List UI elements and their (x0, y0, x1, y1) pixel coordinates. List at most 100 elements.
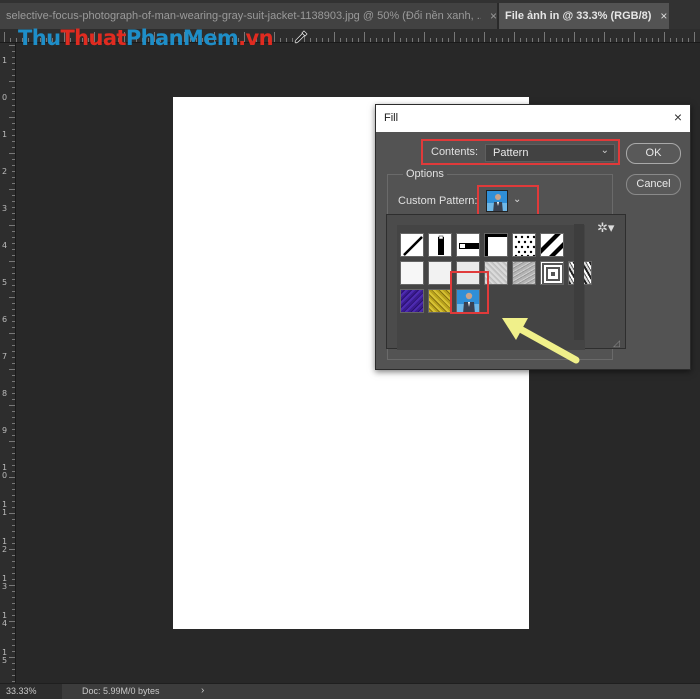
ruler-tick (9, 549, 15, 550)
gear-icon[interactable]: ✲▾ (597, 220, 614, 236)
pattern-swatch-diagonal-lines[interactable] (400, 233, 424, 257)
chevron-down-icon: ⌄ (513, 194, 522, 205)
dialog-titlebar[interactable]: Fill × (376, 105, 690, 132)
contents-dropdown[interactable]: Pattern ⌄ (485, 144, 615, 162)
ruler-tick (12, 417, 15, 418)
ruler-tick (646, 38, 647, 42)
vertical-ruler[interactable]: 101234567891 01 11 21 31 41 5 (0, 43, 16, 683)
ruler-tick (12, 99, 15, 100)
ruler-number: 3 (2, 204, 8, 213)
ruler-tick (280, 38, 281, 42)
ruler-tick (598, 38, 599, 42)
pattern-swatch-horizontal-bar[interactable] (456, 233, 480, 257)
ruler-tick (12, 159, 15, 160)
pattern-swatch-white-1[interactable] (400, 261, 424, 285)
ruler-tick (12, 357, 15, 358)
ruler-tick (508, 38, 509, 42)
ruler-tick (358, 38, 359, 42)
ruler-tick (478, 38, 479, 42)
ruler-tick (12, 69, 15, 70)
ruler-tick (490, 38, 491, 42)
close-icon[interactable]: × (660, 9, 667, 23)
ruler-tick (682, 38, 683, 42)
ruler-tick (12, 255, 15, 256)
options-legend: Options (403, 168, 447, 180)
ruler-tick (12, 141, 15, 142)
status-menu-arrow[interactable]: › (201, 685, 204, 696)
ruler-tick (12, 567, 15, 568)
ruler-tick (394, 32, 395, 42)
tab-title: selective-focus-photograph-of-man-wearin… (6, 10, 481, 22)
ruler-tick (12, 615, 15, 616)
ruler-tick (12, 573, 15, 574)
ruler-tick (12, 531, 15, 532)
ruler-tick (538, 38, 539, 42)
pattern-swatch-dots[interactable] (512, 233, 536, 257)
pattern-swatch-noise-2[interactable] (512, 261, 536, 285)
ruler-tick (12, 111, 15, 112)
ruler-tick (9, 45, 15, 46)
ruler-tick (12, 177, 15, 178)
ruler-tick (12, 351, 15, 352)
tab-file-anh-in[interactable]: File ảnh in @ 33.3% (RGB/8) × (499, 3, 669, 29)
ruler-tick (12, 579, 15, 580)
ruler-tick (9, 513, 15, 514)
ruler-tick (580, 38, 581, 42)
zoom-level-field[interactable]: 33.33% (0, 684, 62, 699)
pattern-preview-swatch (486, 190, 508, 212)
ruler-tick (586, 38, 587, 42)
ruler-tick (9, 585, 15, 586)
close-icon[interactable]: × (674, 110, 682, 124)
ruler-tick (388, 38, 389, 42)
ruler-number: 1 4 (2, 611, 8, 628)
ruler-tick (12, 57, 15, 58)
ruler-tick (9, 189, 15, 190)
ruler-tick (502, 38, 503, 42)
ruler-number: 1 1 (2, 500, 8, 517)
pattern-swatch-concentric-squares[interactable] (540, 261, 564, 285)
ruler-tick (9, 81, 15, 82)
ruler-tick (12, 543, 15, 544)
ruler-tick (12, 597, 15, 598)
cancel-button[interactable]: Cancel (626, 174, 681, 195)
ruler-tick (454, 32, 455, 42)
ruler-tick (12, 663, 15, 664)
ruler-tick (9, 441, 15, 442)
ruler-tick (12, 315, 15, 316)
ruler-tick (12, 423, 15, 424)
ruler-tick (688, 38, 689, 42)
ruler-tick (460, 38, 461, 42)
ruler-tick (652, 38, 653, 42)
ruler-tick (12, 243, 15, 244)
pattern-swatch-purple[interactable] (400, 289, 424, 313)
ruler-tick (376, 38, 377, 42)
pattern-swatch-diagonal-stripes[interactable] (540, 233, 564, 257)
ruler-tick (9, 333, 15, 334)
resize-grip-icon[interactable]: ◿ (613, 338, 620, 349)
ruler-tick (12, 627, 15, 628)
ruler-tick (12, 279, 15, 280)
close-icon[interactable]: × (490, 9, 497, 23)
contents-label: Contents: (431, 146, 479, 158)
ruler-tick (12, 87, 15, 88)
pattern-swatch-white-2[interactable] (428, 261, 452, 285)
ruler-tick (12, 63, 15, 64)
ruler-tick (9, 117, 15, 118)
pattern-swatch-gold[interactable] (428, 289, 452, 313)
ruler-tick (634, 32, 635, 42)
pattern-swatch-black-frame[interactable] (484, 233, 508, 257)
ruler-tick (12, 195, 15, 196)
ruler-tick (12, 453, 15, 454)
ruler-number: 8 (2, 389, 8, 398)
ok-button[interactable]: OK (626, 143, 681, 164)
dialog-title: Fill (384, 112, 399, 124)
ruler-tick (12, 555, 15, 556)
ruler-tick (400, 38, 401, 42)
ruler-tick (12, 285, 15, 286)
ruler-tick (12, 519, 15, 520)
ruler-tick (12, 525, 15, 526)
pattern-swatch-vertical-bar[interactable] (428, 233, 452, 257)
ruler-tick (12, 465, 15, 466)
ruler-tick (418, 38, 419, 42)
ruler-tick (12, 321, 15, 322)
